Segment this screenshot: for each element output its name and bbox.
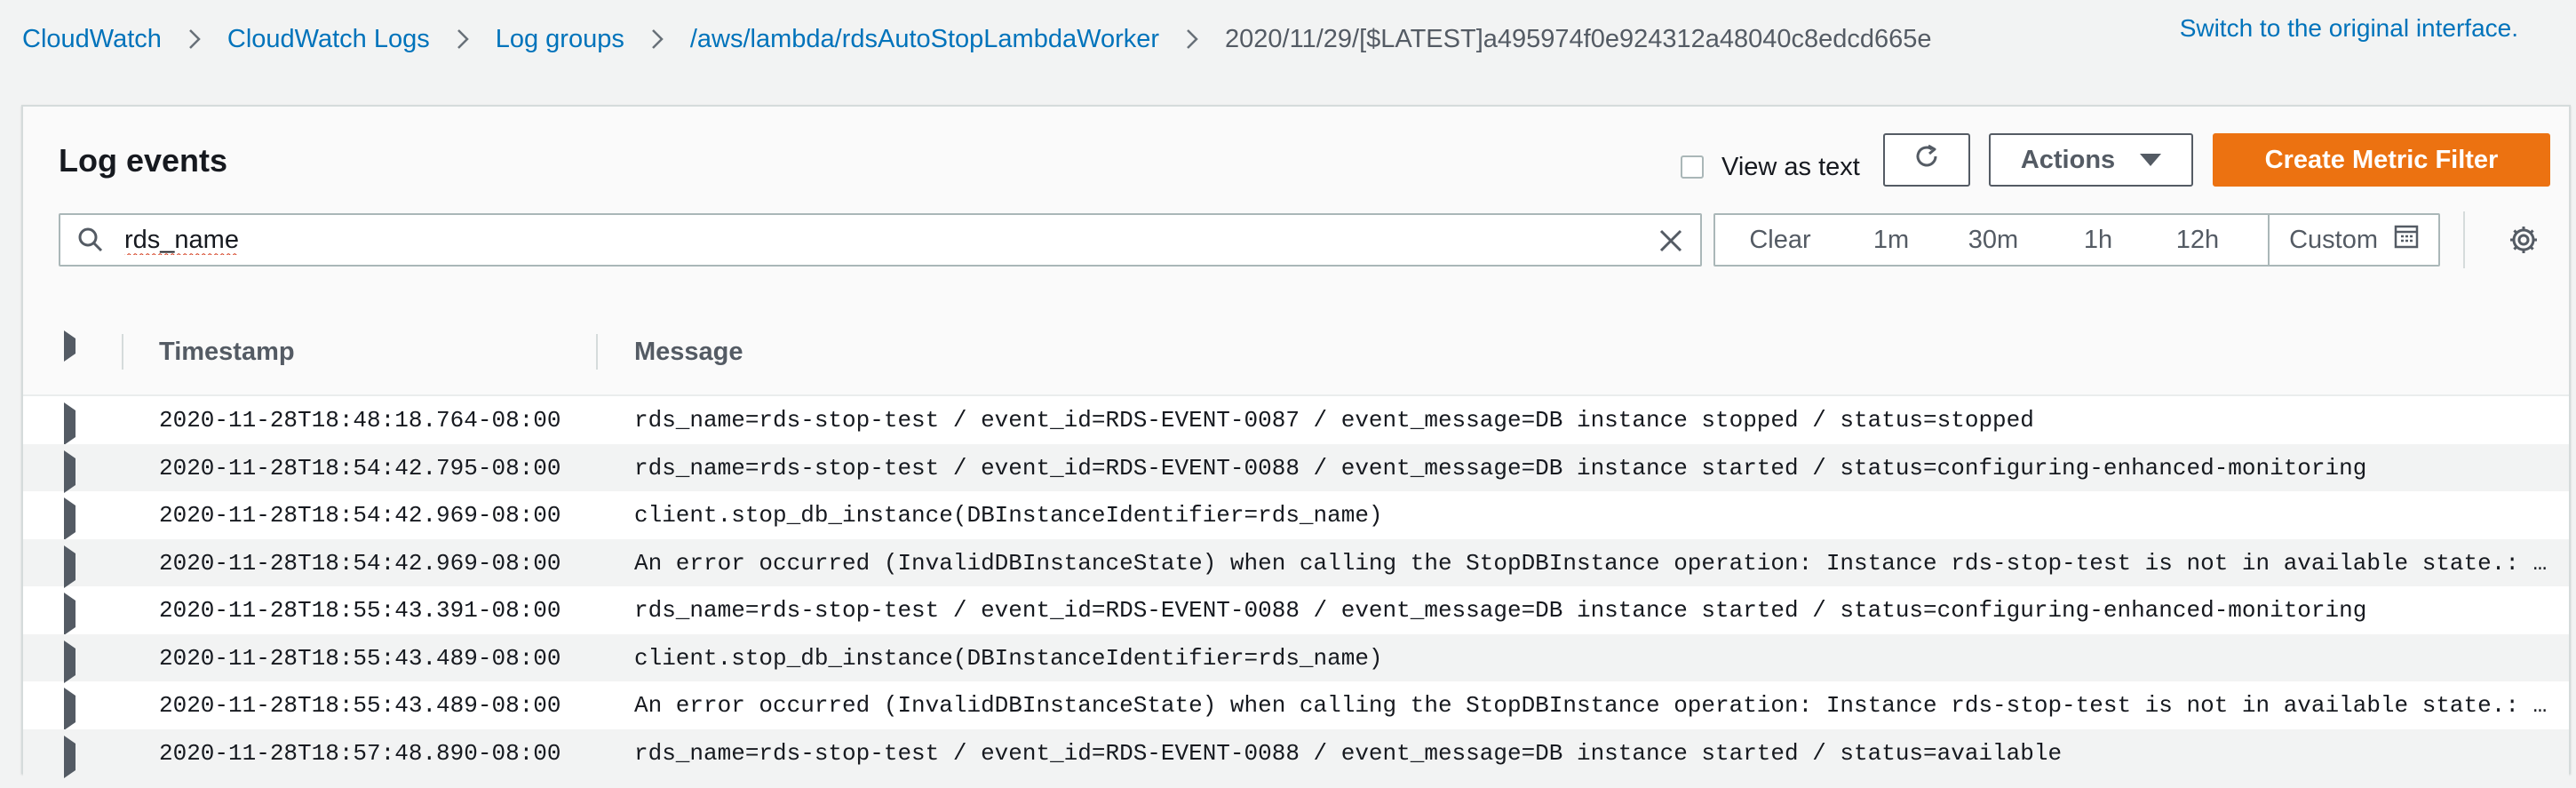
expand-triangle-icon[interactable] [64, 593, 76, 635]
expand-triangle-icon[interactable] [64, 450, 76, 493]
filter-events-search [59, 213, 1702, 267]
page-title: Log events [59, 142, 228, 179]
row-timestamp: 2020-11-28T18:55:43.489-08:00 [159, 644, 561, 672]
view-as-text-label: View as text [1721, 152, 1860, 181]
actions-dropdown-button[interactable]: Actions [1989, 133, 2193, 187]
log-events-panel: Log events View as text Actions Create M… [21, 105, 2571, 778]
table-row[interactable]: 2020-11-28T18:55:43.489-08:00 client.sto… [23, 633, 2569, 683]
log-events-table: 2020-11-28T18:48:18.764-08:00 rds_name=r… [23, 396, 2569, 778]
row-message: rds_name=rds-stop-test / event_id=RDS-EV… [634, 597, 2367, 624]
chevron-right-icon [188, 28, 201, 50]
table-row[interactable]: 2020-11-28T18:55:43.489-08:00 An error o… [23, 681, 2569, 730]
time-range-selector: Clear 1m 30m 1h 12h Custom [1713, 213, 2440, 267]
expand-triangle-icon[interactable] [64, 497, 76, 540]
calendar-icon [2394, 224, 2419, 256]
range-custom-label: Custom [2289, 225, 2378, 254]
column-divider [122, 334, 123, 370]
breadcrumb-cloudwatch[interactable]: CloudWatch [22, 25, 162, 54]
row-message: client.stop_db_instance(DBInstanceIdenti… [634, 502, 1383, 529]
switch-original-interface-link[interactable]: Switch to the original interface. [2180, 14, 2518, 43]
range-30m-button[interactable]: 30m [1937, 215, 2049, 265]
table-row[interactable]: 2020-11-28T18:54:42.969-08:00 An error o… [23, 538, 2569, 588]
refresh-button[interactable] [1883, 133, 1970, 187]
create-metric-filter-button[interactable]: Create Metric Filter [2213, 133, 2550, 187]
table-row[interactable]: 2020-11-28T18:54:42.795-08:00 rds_name=r… [23, 443, 2569, 493]
row-message: rds_name=rds-stop-test / event_id=RDS-EV… [634, 454, 2367, 482]
close-icon[interactable] [1656, 226, 1686, 256]
toolbar-divider [2463, 211, 2465, 268]
expand-all-icon[interactable] [64, 330, 76, 362]
row-timestamp: 2020-11-28T18:55:43.391-08:00 [159, 597, 561, 624]
row-timestamp: 2020-11-28T18:54:42.969-08:00 [159, 502, 561, 529]
row-timestamp: 2020-11-28T18:57:48.890-08:00 [159, 739, 561, 767]
range-12h-button[interactable]: 12h [2147, 215, 2248, 265]
table-header: Timestamp Message [23, 306, 2569, 396]
view-as-text-checkbox[interactable] [1681, 155, 1704, 179]
expand-triangle-icon[interactable] [64, 402, 76, 445]
breadcrumb-log-groups[interactable]: Log groups [496, 25, 624, 54]
expand-triangle-icon[interactable] [64, 735, 76, 778]
chevron-right-icon [457, 28, 469, 50]
table-row[interactable]: 2020-11-28T18:57:48.890-08:00 rds_name=r… [23, 728, 2569, 778]
chevron-right-icon [1186, 28, 1198, 50]
row-message: rds_name=rds-stop-test / event_id=RDS-EV… [634, 739, 2063, 767]
row-timestamp: 2020-11-28T18:54:42.969-08:00 [159, 549, 561, 577]
gear-icon[interactable] [2508, 224, 2540, 256]
range-clear-button[interactable]: Clear [1715, 215, 1845, 265]
expand-triangle-icon[interactable] [64, 640, 76, 683]
expand-triangle-icon[interactable] [64, 688, 76, 730]
table-row[interactable]: 2020-11-28T18:48:18.764-08:00 rds_name=r… [23, 396, 2569, 445]
column-header-message[interactable]: Message [634, 338, 743, 367]
search-icon [76, 226, 105, 254]
table-row[interactable]: 2020-11-28T18:54:42.969-08:00 client.sto… [23, 491, 2569, 540]
range-custom-button[interactable]: Custom [2268, 215, 2438, 265]
row-timestamp: 2020-11-28T18:48:18.764-08:00 [159, 407, 561, 434]
row-message: An error occurred (InvalidDBInstanceStat… [634, 692, 2548, 719]
breadcrumb-current-log-stream: 2020/11/29/[$LATEST]a495974f0e924312a480… [1225, 24, 1932, 53]
breadcrumb-log-group[interactable]: /aws/lambda/rdsAutoStopLambdaWorker [690, 25, 1159, 54]
refresh-icon [1911, 140, 1943, 179]
row-message: An error occurred (InvalidDBInstanceStat… [634, 549, 2548, 577]
caret-down-icon [2140, 154, 2162, 166]
search-input[interactable] [123, 224, 1592, 256]
expand-triangle-icon[interactable] [64, 545, 76, 588]
breadcrumb: CloudWatch CloudWatch Logs Log groups /a… [22, 21, 1932, 57]
row-message: rds_name=rds-stop-test / event_id=RDS-EV… [634, 407, 2034, 434]
range-1h-button[interactable]: 1h [2049, 215, 2147, 265]
view-as-text-toggle[interactable]: View as text [1681, 144, 1860, 190]
breadcrumb-cloudwatch-logs[interactable]: CloudWatch Logs [227, 25, 430, 54]
column-header-timestamp[interactable]: Timestamp [159, 338, 295, 367]
table-row[interactable]: 2020-11-28T18:55:43.391-08:00 rds_name=r… [23, 586, 2569, 635]
row-timestamp: 2020-11-28T18:54:42.795-08:00 [159, 454, 561, 482]
column-divider [596, 334, 598, 370]
chevron-right-icon [651, 28, 664, 50]
row-timestamp: 2020-11-28T18:55:43.489-08:00 [159, 692, 561, 719]
range-1m-button[interactable]: 1m [1845, 215, 1937, 265]
panel-header: Log events View as text Actions Create M… [23, 107, 2569, 307]
actions-label: Actions [2020, 145, 2116, 174]
row-message: client.stop_db_instance(DBInstanceIdenti… [634, 644, 1383, 672]
